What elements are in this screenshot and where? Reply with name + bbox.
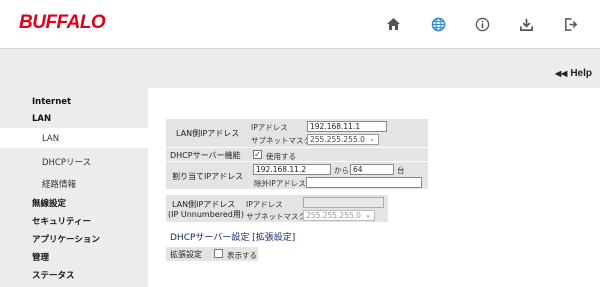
subnet-mask-value: 255.255.255.0 — [310, 135, 365, 144]
double-left-arrow-icon: ◀◀ — [555, 69, 568, 78]
assign-count-input[interactable]: 64 — [350, 164, 394, 175]
dhcp-server-label: DHCPサーバー機能 — [170, 151, 241, 160]
logout-icon[interactable] — [559, 13, 581, 35]
assign-start-ip-input[interactable]: 192.168.11.2 — [253, 164, 331, 175]
sidebar-subitem-lan[interactable]: LAN — [42, 134, 59, 144]
dhcp-use-checkbox[interactable]: ✓ — [253, 150, 262, 159]
ip-address-label: IPアドレス — [251, 123, 288, 132]
chevron-down-icon: ⌄ — [369, 135, 375, 143]
sidebar-subitem-routing[interactable]: 経路情報 — [42, 178, 76, 190]
help-link[interactable]: ◀◀ Help — [555, 68, 592, 79]
dhcp-use-label: 使用する — [266, 152, 296, 161]
lan-ip-input[interactable]: 192.168.11.1 — [307, 121, 387, 132]
exclude-ip-input[interactable] — [306, 177, 422, 188]
top-header: BUFFALO — [0, 0, 600, 49]
sidebar-item-security[interactable]: セキュリティー — [32, 215, 91, 227]
sidebar-item-application[interactable]: アプリケーション — [32, 233, 100, 245]
home-icon[interactable] — [382, 13, 404, 35]
sidebar-active-highlight — [0, 128, 148, 148]
unnumbered-mask-value: 255.255.255.0 — [306, 211, 361, 220]
buffalo-logo: BUFFALO — [19, 12, 106, 33]
sidebar-item-wireless[interactable]: 無線設定 — [32, 197, 66, 209]
download-icon[interactable] — [515, 13, 537, 35]
dhcp-advanced-settings-link[interactable]: DHCPサーバー設定 [拡張設定] — [170, 230, 295, 243]
unnumbered-label-line2: (IP Unnumbered用) — [168, 210, 244, 219]
subnet-mask-label: サブネットマスク — [251, 136, 311, 145]
unnumbered-mask-select[interactable]: 255.255.255.0 ⌄ — [303, 210, 375, 221]
sidebar-subitem-dhcp-lease[interactable]: DHCPリース — [42, 156, 91, 168]
unit-label: 台 — [397, 166, 405, 175]
sub-header-band — [0, 50, 600, 88]
subnet-mask-select[interactable]: 255.255.255.0 ⌄ — [307, 134, 379, 145]
from-label: から — [334, 166, 349, 175]
help-label: Help — [570, 68, 592, 79]
expand-label: 拡張設定 — [170, 250, 202, 259]
globe-icon[interactable] — [427, 13, 449, 35]
sidebar-item-status[interactable]: ステータス — [32, 269, 75, 281]
exclude-ip-label: 除外IPアドレス: — [254, 179, 309, 188]
unnumbered-mask-label: サブネットマスク — [246, 212, 306, 221]
unnumbered-ip-label: IPアドレス — [246, 200, 283, 209]
unnumbered-ip-input[interactable] — [303, 197, 384, 208]
info-icon[interactable] — [471, 13, 493, 35]
chevron-down-icon: ⌄ — [365, 211, 371, 219]
sidebar-item-internet[interactable]: Internet — [32, 97, 71, 107]
show-advanced-label: 表示する — [227, 251, 257, 260]
show-advanced-checkbox[interactable] — [214, 249, 223, 258]
lan-ip-label: LAN側IPアドレス — [176, 129, 240, 138]
assign-ip-label: 割り当てIPアドレス — [172, 172, 244, 181]
sidebar-item-management[interactable]: 管理 — [32, 251, 49, 263]
sidebar-item-lan[interactable]: LAN — [32, 114, 51, 124]
